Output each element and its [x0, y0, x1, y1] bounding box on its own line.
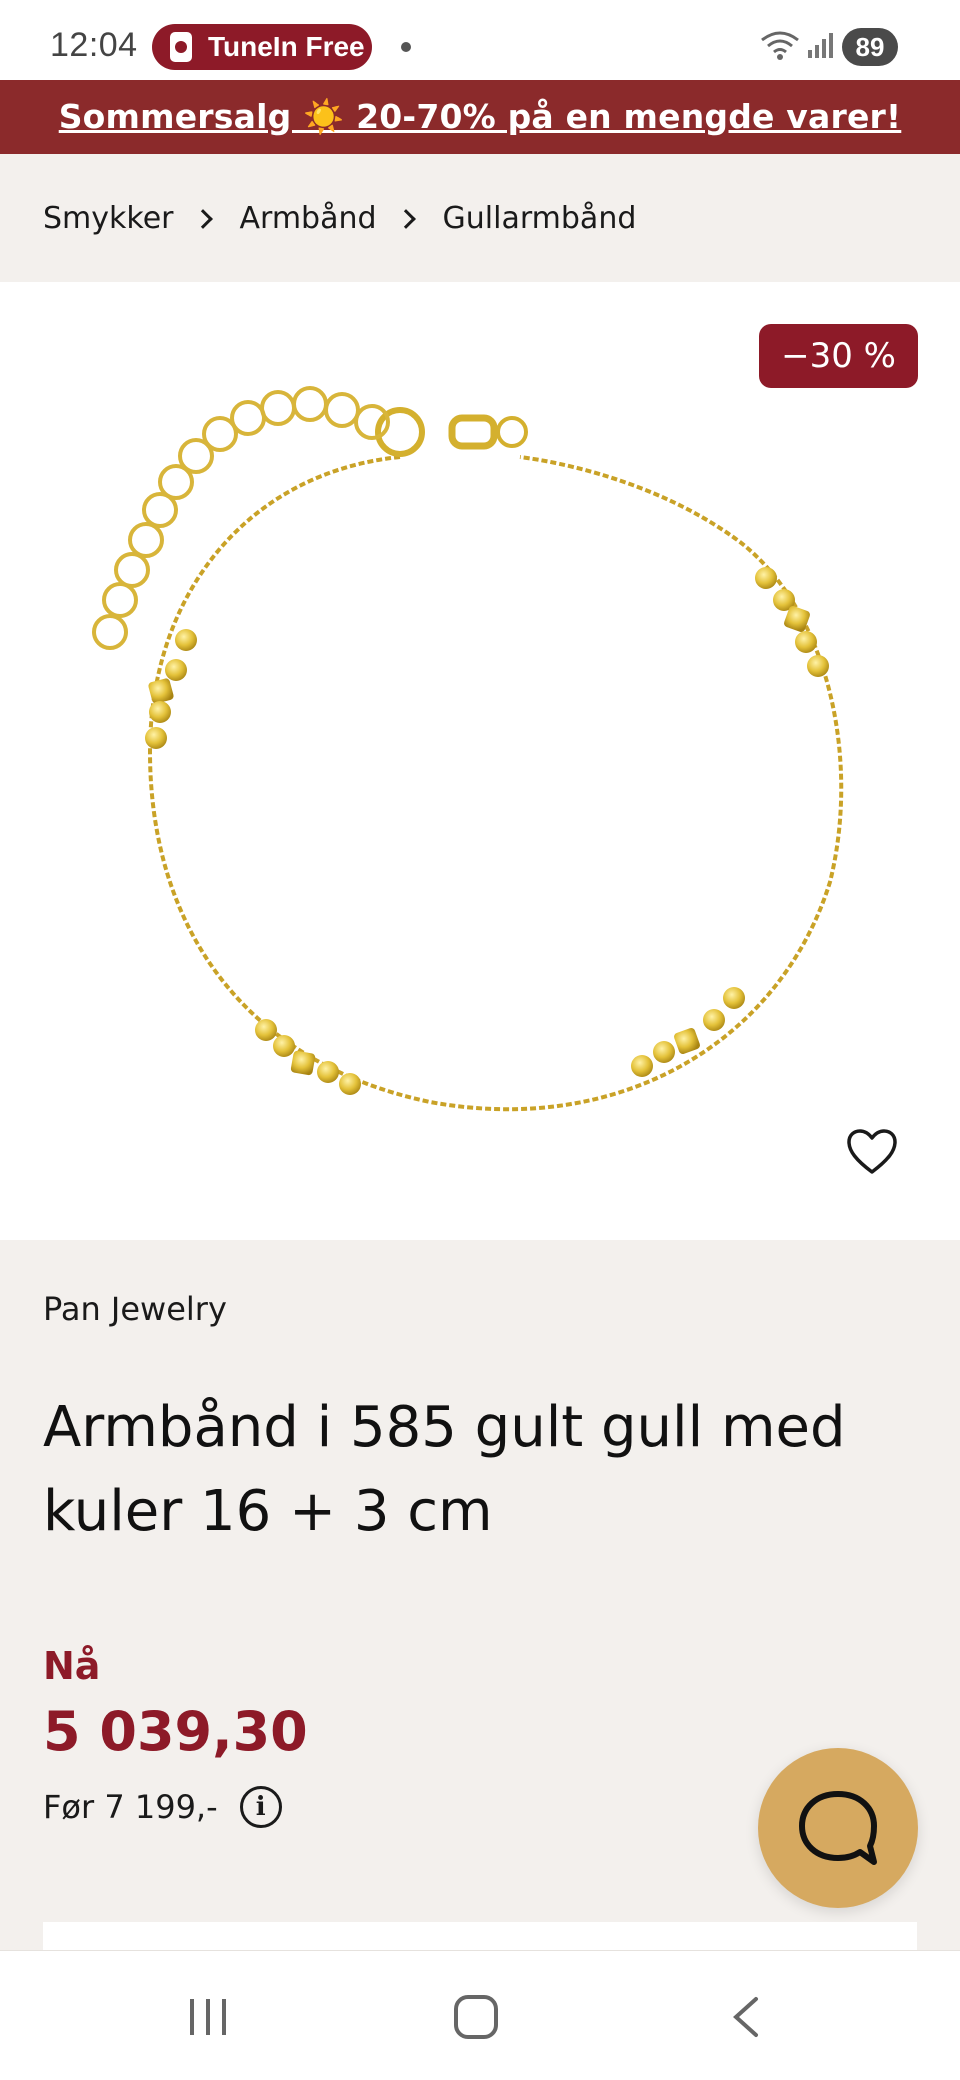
favorite-button[interactable] — [844, 1124, 900, 1180]
product-info: Pan Jewelry Armbånd i 585 gult gull med … — [0, 1240, 960, 1962]
product-title: Armbånd i 585 gult gull med kuler 16 + 3… — [43, 1395, 846, 1544]
heart-outline-icon — [847, 1129, 897, 1174]
tunein-app-icon — [170, 32, 192, 62]
discount-badge: −30 % — [759, 324, 918, 388]
price-now-label: Nå — [43, 1644, 101, 1688]
system-nav-bar — [0, 1950, 960, 2080]
chevron-right-icon — [395, 209, 416, 229]
recent-apps-icon[interactable] — [186, 1995, 230, 2039]
battery-indicator: 89 — [842, 28, 898, 66]
price-now: 5 039,30 — [43, 1700, 308, 1763]
sale-banner[interactable]: Sommersalg ☀️ 20-70% på en mengde varer! — [0, 80, 960, 154]
product-image[interactable]: −30 % — [0, 282, 960, 1240]
home-icon[interactable] — [452, 1993, 500, 2041]
status-bar: 12:04 TuneIn Free 89 — [0, 0, 960, 80]
chat-button[interactable] — [758, 1748, 918, 1908]
bracelet-image — [92, 386, 844, 1112]
chat-bubble-icon — [799, 1791, 877, 1865]
status-time: 12:04 — [50, 26, 138, 64]
back-icon[interactable] — [728, 1995, 762, 2039]
chevron-right-icon — [192, 209, 213, 229]
price-before: Før 7 199,- — [43, 1788, 218, 1826]
wifi-icon — [761, 31, 799, 60]
page: 12:04 TuneIn Free 89 Sommersalg ☀️ 20-70… — [0, 0, 960, 2080]
info-icon[interactable]: i — [239, 1786, 282, 1828]
breadcrumb-item-gullarmband[interactable]: Gullarmbånd — [443, 201, 637, 236]
sale-banner-link[interactable]: Sommersalg ☀️ 20-70% på en mengde varer! — [59, 97, 902, 137]
signal-icon — [808, 33, 833, 58]
breadcrumb-item-smykker[interactable]: Smykker — [43, 201, 174, 236]
notification-pill-label: TuneIn Free — [208, 31, 365, 62]
price-before-row: Før 7 199,- i — [43, 1786, 282, 1828]
breadcrumb-item-armband[interactable]: Armbånd — [240, 201, 377, 236]
notification-dot-icon — [401, 42, 411, 52]
notification-pill[interactable]: TuneIn Free — [152, 24, 372, 70]
product-brand[interactable]: Pan Jewelry — [43, 1290, 227, 1328]
breadcrumb: Smykker Armbånd Gullarmbånd — [0, 154, 960, 282]
